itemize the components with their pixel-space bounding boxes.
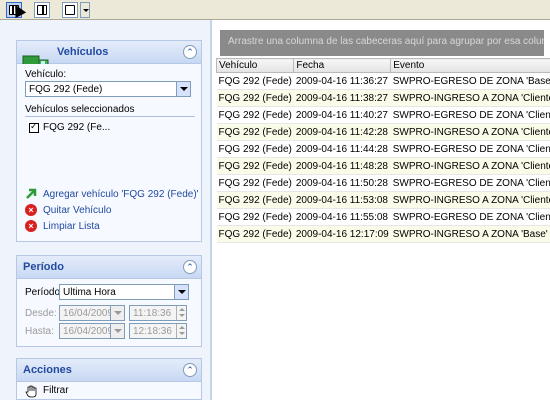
table-row[interactable]: FQG 292 (Fede) 2009-04-16 11:55:08 SWPRO-E… bbox=[216, 208, 550, 226]
selected-vehicle-checkbox[interactable] bbox=[29, 121, 39, 133]
hand-icon bbox=[25, 385, 37, 398]
add-vehicle-link[interactable]: Agregar vehículo 'FQG 292 (Fede)' bbox=[43, 189, 199, 200]
cell-event: SWPRO-INGRESO A ZONA 'Base' bbox=[390, 225, 550, 243]
column-header-vehicle[interactable]: Vehículo bbox=[215, 58, 295, 73]
table-row[interactable]: FQG 292 (Fede) 2009-04-16 11:36:27 SWPRO-E… bbox=[216, 72, 550, 90]
results-panel: Arrastre una columna de las cabeceras aq… bbox=[214, 20, 550, 400]
period-section-header[interactable]: Período ⌃ bbox=[16, 255, 202, 279]
vehicles-title: Vehículos bbox=[57, 46, 109, 58]
cell-event: SWPRO-INGRESO A ZONA 'Cliente2' bbox=[390, 123, 550, 141]
cell-date: 2009-04-16 11:38:27 bbox=[293, 89, 391, 107]
cell-date: 2009-04-16 11:44:28 bbox=[293, 140, 391, 158]
table-row[interactable]: FQG 292 (Fede) 2009-04-16 11:40:27 SWPRO-E… bbox=[216, 106, 550, 124]
table-row[interactable]: FQG 292 (Fede) 2009-04-16 11:44:28 SWPRO-E… bbox=[216, 140, 550, 158]
cell-vehicle: FQG 292 (Fede) bbox=[216, 191, 294, 209]
chevron-down-icon[interactable] bbox=[176, 82, 190, 96]
cell-date: 2009-04-16 11:50:28 bbox=[293, 174, 391, 192]
table-row[interactable]: FQG 292 (Fede) 2009-04-16 11:48:28 SWPRO-I… bbox=[216, 157, 550, 175]
from-time-spinner[interactable]: 11:18:36 bbox=[129, 305, 187, 321]
period-label: Período bbox=[25, 287, 61, 298]
cell-vehicle: FQG 292 (Fede) bbox=[216, 72, 294, 90]
vehicles-section-body: Vehículo: FQG 292 (Fede) Vehículos selec… bbox=[16, 64, 202, 242]
clear-icon: × bbox=[25, 220, 37, 232]
cell-vehicle: FQG 292 (Fede) bbox=[216, 140, 294, 158]
top-toolbar bbox=[0, 0, 550, 20]
collapse-period-button[interactable]: ⌃ bbox=[183, 260, 197, 274]
selected-vehicles-label: Vehículos seleccionados bbox=[25, 104, 135, 115]
document-dropdown-arrow[interactable] bbox=[80, 2, 90, 18]
table-header-row: Vehículo Fecha Evento bbox=[215, 58, 550, 73]
left-panel: Vehículos ⌃ Vehículo: FQG 292 (Fede) Veh… bbox=[0, 20, 212, 400]
document-icon bbox=[65, 5, 75, 15]
actions-section-header[interactable]: Acciones ⌃ bbox=[16, 358, 202, 382]
cell-date: 2009-04-16 11:53:08 bbox=[293, 191, 391, 209]
spinner-icon[interactable] bbox=[176, 306, 186, 320]
cell-date: 2009-04-16 11:55:08 bbox=[293, 208, 391, 226]
vehicle-label: Vehículo: bbox=[25, 69, 67, 80]
remove-icon: × bbox=[25, 204, 37, 216]
cell-vehicle: FQG 292 (Fede) bbox=[216, 208, 294, 226]
cell-event: SWPRO-EGRESO DE ZONA 'Base' bbox=[390, 72, 550, 90]
cell-date: 2009-04-16 11:48:28 bbox=[293, 157, 391, 175]
period-select[interactable]: Ultima Hora bbox=[59, 284, 189, 300]
from-date-picker[interactable]: 16/04/2009 bbox=[59, 305, 125, 321]
cell-event: SWPRO-INGRESO A ZONA 'Cliente4' bbox=[390, 191, 550, 209]
vehicle-select[interactable]: FQG 292 (Fede) bbox=[25, 81, 191, 97]
cell-date: 2009-04-16 12:17:09 bbox=[293, 225, 391, 243]
to-label: Hasta: bbox=[25, 326, 54, 337]
document-button[interactable] bbox=[62, 2, 78, 18]
table-row[interactable]: FQG 292 (Fede) 2009-04-16 11:38:27 SWPRO-I… bbox=[216, 89, 550, 107]
cell-event: SWPRO-EGRESO DE ZONA 'Cliente3' bbox=[390, 174, 550, 192]
period-title: Período bbox=[23, 261, 64, 273]
cell-event: SWPRO-EGRESO DE ZONA 'Cliente4' bbox=[390, 208, 550, 226]
panel-split-button[interactable] bbox=[34, 2, 50, 18]
actions-section-body: Filtrar bbox=[16, 382, 202, 400]
cell-event: SWPRO-INGRESO A ZONA 'Cliente3' bbox=[390, 157, 550, 175]
from-time-value: 11:18:36 bbox=[133, 308, 172, 319]
divider bbox=[25, 116, 195, 117]
cell-vehicle: FQG 292 (Fede) bbox=[216, 89, 294, 107]
cell-vehicle: FQG 292 (Fede) bbox=[216, 123, 294, 141]
cell-vehicle: FQG 292 (Fede) bbox=[216, 157, 294, 175]
panel-split-icon bbox=[37, 5, 47, 15]
to-time-value: 12:18:36 bbox=[133, 326, 172, 337]
cell-date: 2009-04-16 11:42:28 bbox=[293, 123, 391, 141]
table-row[interactable]: FQG 292 (Fede) 2009-04-16 11:53:08 SWPRO-I… bbox=[216, 191, 550, 209]
remove-vehicle-link[interactable]: Quitar Vehículo bbox=[43, 205, 111, 216]
period-section-body: Período Ultima Hora Desde: 16/04/2009 11… bbox=[16, 279, 202, 347]
cell-date: 2009-04-16 11:36:27 bbox=[293, 72, 391, 90]
to-date-picker[interactable]: 16/04/2009 bbox=[59, 323, 125, 339]
chevron-down-icon[interactable] bbox=[174, 285, 188, 299]
collapse-actions-button[interactable]: ⌃ bbox=[183, 363, 197, 377]
column-header-event[interactable]: Evento bbox=[390, 58, 550, 73]
clear-list-link[interactable]: Limpiar Lista bbox=[43, 221, 100, 232]
cell-vehicle: FQG 292 (Fede) bbox=[216, 225, 294, 243]
cell-event: SWPRO-EGRESO DE ZONA 'Cliente1' bbox=[390, 106, 550, 124]
spinner-icon[interactable] bbox=[176, 324, 186, 338]
chevron-down-icon[interactable] bbox=[110, 324, 124, 338]
cell-event: SWPRO-INGRESO A ZONA 'Cliente1' bbox=[390, 89, 550, 107]
table-row[interactable]: FQG 292 (Fede) 2009-04-16 11:50:28 SWPRO-E… bbox=[216, 174, 550, 192]
cell-vehicle: FQG 292 (Fede) bbox=[216, 174, 294, 192]
group-by-drop-area[interactable]: Arrastre una columna de las cabeceras aq… bbox=[220, 30, 544, 56]
selected-vehicle-item[interactable]: FQG 292 (Fe... bbox=[43, 122, 110, 133]
column-header-date[interactable]: Fecha bbox=[293, 58, 392, 73]
cell-event: SWPRO-EGRESO DE ZONA 'Cliente2' bbox=[390, 140, 550, 158]
collapse-vehicles-button[interactable]: ⌃ bbox=[183, 45, 197, 59]
chevron-down-icon[interactable] bbox=[110, 306, 124, 320]
actions-title: Acciones bbox=[23, 364, 72, 376]
to-time-spinner[interactable]: 12:18:36 bbox=[129, 323, 187, 339]
table-row[interactable]: FQG 292 (Fede) 2009-04-16 12:17:09 SWPRO-I… bbox=[216, 225, 550, 243]
filter-link[interactable]: Filtrar bbox=[43, 385, 69, 396]
vehicle-select-value: FQG 292 (Fede) bbox=[29, 84, 103, 95]
cell-date: 2009-04-16 11:40:27 bbox=[293, 106, 391, 124]
table-row[interactable]: FQG 292 (Fede) 2009-04-16 11:42:28 SWPRO-I… bbox=[216, 123, 550, 141]
from-date-value: 16/04/2009 bbox=[63, 308, 114, 319]
from-label: Desde: bbox=[25, 308, 57, 319]
add-arrow-icon bbox=[26, 188, 37, 199]
cell-vehicle: FQG 292 (Fede) bbox=[216, 106, 294, 124]
to-date-value: 16/04/2009 bbox=[63, 326, 114, 337]
events-table: Vehículo Fecha Evento FQG 292 (Fede) 2009… bbox=[215, 58, 550, 243]
period-select-value: Ultima Hora bbox=[63, 287, 116, 298]
